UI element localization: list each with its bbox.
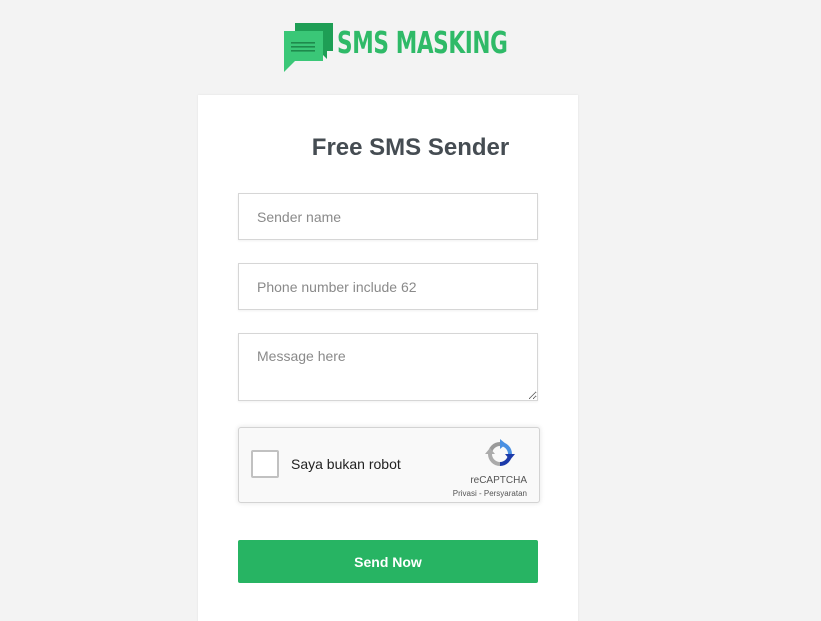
chat-bubbles-icon bbox=[284, 23, 333, 72]
send-now-button[interactable]: Send Now bbox=[238, 540, 538, 583]
sender-name-input[interactable] bbox=[238, 193, 538, 240]
page: SMS MASKING Free SMS Sender Saya bukan r… bbox=[0, 0, 821, 621]
recaptcha-terms-link[interactable]: Persyaratan bbox=[484, 489, 527, 498]
logo-text: SMS MASKING bbox=[337, 26, 508, 61]
message-textarea[interactable] bbox=[238, 333, 538, 401]
site-logo[interactable]: SMS MASKING bbox=[283, 21, 574, 73]
recaptcha-label: Saya bukan robot bbox=[291, 456, 401, 472]
recaptcha-links: Privasi - Persyaratan bbox=[453, 489, 527, 498]
recaptcha-checkbox[interactable] bbox=[251, 450, 279, 478]
recaptcha-logo-icon bbox=[485, 439, 515, 466]
phone-number-input[interactable] bbox=[238, 263, 538, 310]
recaptcha-links-separator: - bbox=[476, 489, 484, 498]
recaptcha-privacy-link[interactable]: Privasi bbox=[453, 489, 477, 498]
page-title: Free SMS Sender bbox=[311, 134, 510, 161]
recaptcha-widget: Saya bukan robot reCAPTCHA Privasi - Per… bbox=[238, 427, 540, 503]
recaptcha-brand: reCAPTCHA bbox=[470, 475, 527, 486]
